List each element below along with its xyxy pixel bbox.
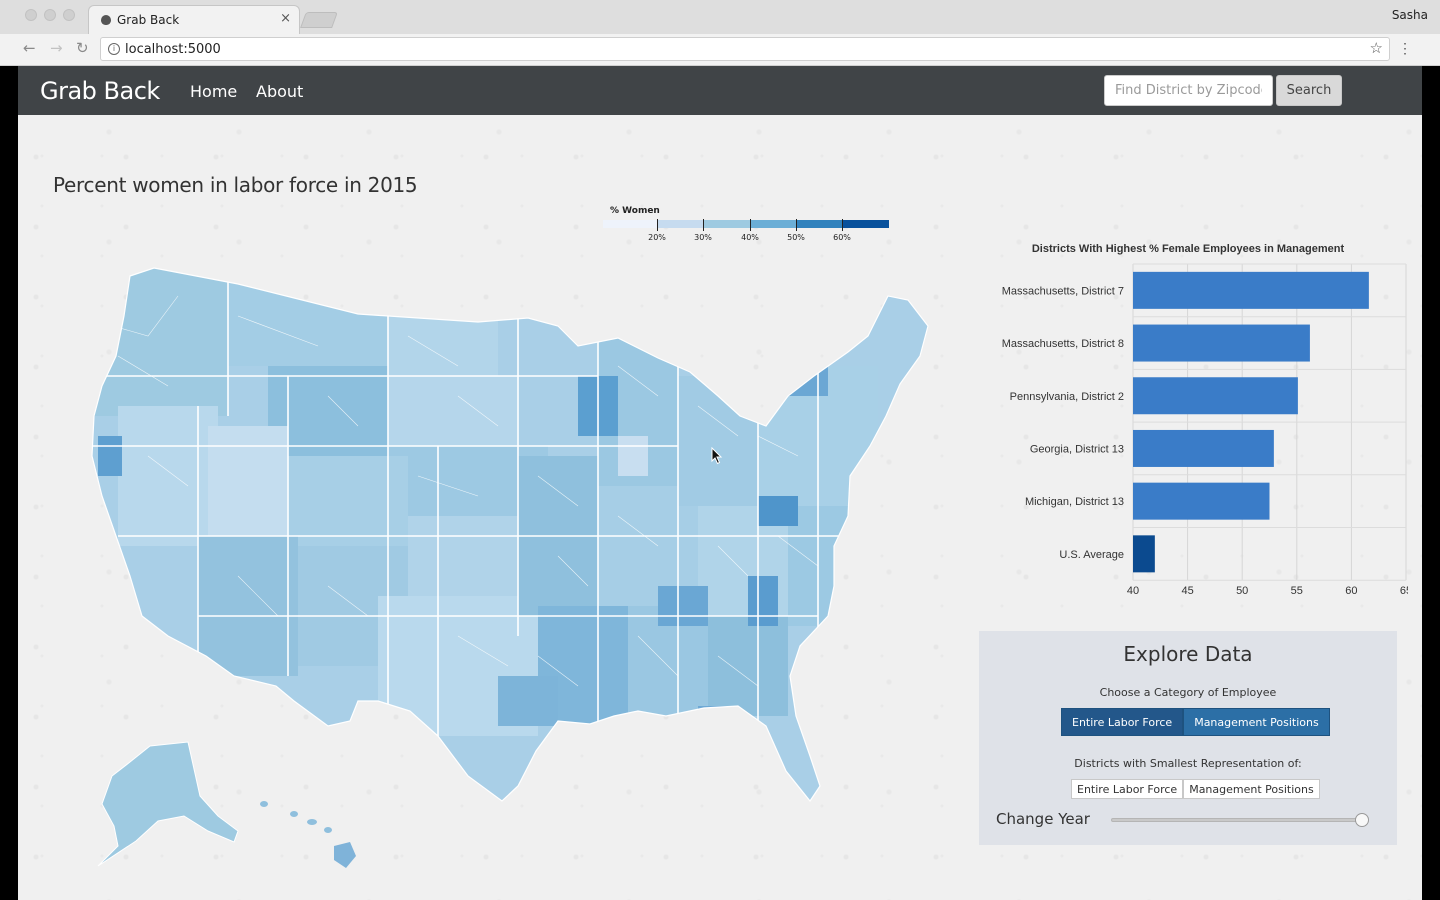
browser-menu-icon[interactable]: ⋮ xyxy=(1398,40,1412,57)
chart-xtick-label: 50 xyxy=(1236,585,1248,597)
chart-xtick-label: 60 xyxy=(1345,585,1357,597)
category-button-group: Entire Labor Force Management Positions xyxy=(1061,708,1330,736)
forward-icon[interactable]: → xyxy=(50,39,63,57)
legend-label-40: 40% xyxy=(741,233,759,242)
page: Grab Back Home About Search Percent wome… xyxy=(18,66,1422,900)
chart-category-label: Pennsylvania, District 2 xyxy=(1010,391,1124,403)
chart-xtick-label: 65 xyxy=(1400,585,1408,597)
management-bar-chart: Districts With Highest % Female Employee… xyxy=(1002,243,1408,597)
smallest-entire-labor-force-button[interactable]: Entire Labor Force xyxy=(1071,779,1184,799)
legend-swatch-1 xyxy=(657,220,703,228)
chart-category-label: Massachusetts, District 8 xyxy=(1002,338,1124,350)
chart-title: Districts With Highest % Female Employee… xyxy=(1032,243,1345,255)
legend-label-60: 60% xyxy=(833,233,851,242)
site-navbar: Grab Back Home About Search xyxy=(18,66,1422,115)
chart-bar[interactable] xyxy=(1133,271,1369,309)
chart-xtick-label: 55 xyxy=(1291,585,1303,597)
legend-swatch-4 xyxy=(796,220,842,228)
change-year-label: Change Year xyxy=(996,810,1090,828)
smallest-management-positions-button[interactable]: Management Positions xyxy=(1183,779,1320,799)
maximize-window-icon[interactable] xyxy=(63,9,75,21)
chart-bar[interactable] xyxy=(1133,377,1298,415)
chart-bar[interactable] xyxy=(1133,535,1155,573)
tab-close-icon[interactable]: × xyxy=(280,11,291,26)
explore-title: Explore Data xyxy=(1123,642,1253,666)
profile-name[interactable]: Sasha xyxy=(1392,8,1428,22)
legend-tick xyxy=(750,219,751,231)
legend-swatch-5 xyxy=(842,220,889,228)
smallest-prompt: Districts with Smallest Representation o… xyxy=(1074,757,1302,770)
year-slider-thumb[interactable] xyxy=(1354,813,1369,827)
mouse-cursor-icon xyxy=(711,447,723,465)
reload-icon[interactable]: ↻ xyxy=(76,39,89,57)
legend-label-50: 50% xyxy=(787,233,805,242)
year-slider-track[interactable] xyxy=(1111,818,1367,822)
back-icon[interactable]: ← xyxy=(23,39,36,57)
legend-swatch-3 xyxy=(750,220,796,228)
chart-bar[interactable] xyxy=(1133,482,1270,520)
entire-labor-force-button[interactable]: Entire Labor Force xyxy=(1061,708,1184,736)
chart-bar[interactable] xyxy=(1133,429,1274,467)
chart-xtick-label: 45 xyxy=(1181,585,1193,597)
chart-bar[interactable] xyxy=(1133,324,1310,362)
management-positions-button[interactable]: Management Positions xyxy=(1183,708,1330,736)
us-district-choropleth-map[interactable] xyxy=(58,256,938,871)
browser-tab[interactable]: Grab Back × xyxy=(88,5,300,34)
chart-category-label: U.S. Average xyxy=(1059,549,1124,561)
address-bar[interactable]: i localhost:5000 ☆ xyxy=(100,37,1390,61)
search-button[interactable]: Search xyxy=(1276,75,1342,106)
minimize-window-icon[interactable] xyxy=(44,9,56,21)
new-tab-button[interactable] xyxy=(300,12,338,28)
category-prompt: Choose a Category of Employee xyxy=(1099,686,1277,699)
legend-swatch-2 xyxy=(703,220,750,228)
chart-category-label: Michigan, District 13 xyxy=(1025,496,1124,508)
legend-tick xyxy=(703,219,704,231)
tab-title: Grab Back xyxy=(117,13,180,27)
explore-data-panel: Explore Data Choose a Category of Employ… xyxy=(979,631,1397,845)
chart-category-label: Georgia, District 13 xyxy=(1030,443,1124,455)
chart-xtick-label: 40 xyxy=(1127,585,1139,597)
legend-tick xyxy=(842,219,843,231)
brand-logo[interactable]: Grab Back xyxy=(40,77,160,105)
map-legend: % Women 20% 30% 40% 50% 60% xyxy=(603,205,893,247)
url-text[interactable]: localhost:5000 xyxy=(125,42,221,57)
map-title: Percent women in labor force in 2015 xyxy=(53,173,418,197)
bookmark-star-icon[interactable]: ☆ xyxy=(1370,39,1383,57)
legend-label-20: 20% xyxy=(648,233,666,242)
legend-title: % Women xyxy=(610,206,660,216)
nav-home[interactable]: Home xyxy=(190,82,237,101)
smallest-button-group: Entire Labor Force Management Positions xyxy=(1071,779,1320,799)
legend-label-30: 30% xyxy=(694,233,712,242)
zipcode-search-input[interactable] xyxy=(1104,75,1273,106)
close-window-icon[interactable] xyxy=(25,9,37,21)
browser-toolbar: ← → ↻ i localhost:5000 ☆ ⋮ xyxy=(0,34,1440,66)
legend-tick xyxy=(796,219,797,231)
nav-about[interactable]: About xyxy=(256,82,303,101)
browser-chrome: Grab Back × Sasha ← → ↻ i localhost:5000… xyxy=(0,0,1440,66)
legend-tick xyxy=(657,219,658,231)
site-info-icon[interactable]: i xyxy=(108,43,120,55)
favicon-icon xyxy=(101,15,111,25)
legend-swatch-0 xyxy=(603,220,657,228)
chart-category-label: Massachusetts, District 7 xyxy=(1002,285,1124,297)
tab-strip: Grab Back × Sasha xyxy=(0,0,1440,34)
